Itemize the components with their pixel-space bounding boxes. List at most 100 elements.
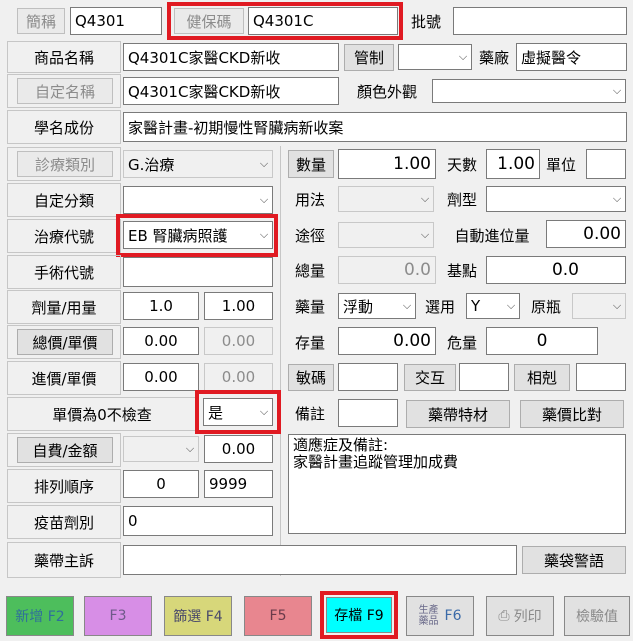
chevron-down-icon: ⌵ (259, 405, 269, 418)
category-select[interactable]: G.治療 ⌵ (123, 150, 273, 178)
manufacturer-label: 藥廠 (478, 48, 509, 67)
control-select[interactable]: ⌵ (398, 44, 472, 70)
antagonist-field[interactable] (576, 363, 626, 391)
interaction-button[interactable]: 交互 (404, 364, 456, 391)
complaint-field[interactable] (123, 545, 517, 575)
f3-button[interactable]: F3 (84, 596, 152, 636)
product-name-field[interactable]: Q4301C家醫CKD新收 (123, 43, 339, 71)
short-name-button[interactable]: 簡稱 (17, 8, 65, 34)
produce-drug-label: 生產 藥品 (419, 605, 439, 627)
sort-field[interactable]: 0 (123, 470, 199, 498)
route-select[interactable]: ⌵ (338, 222, 434, 248)
danger-label: 危量 (446, 333, 477, 352)
interaction-field[interactable] (459, 363, 509, 391)
indication-textarea[interactable]: 適應症及備註: 家醫計畫追蹤管理加成費 (288, 434, 626, 534)
days-field[interactable]: 1.00 (486, 149, 540, 179)
qty-field[interactable]: 1.00 (338, 149, 436, 179)
purchase-field[interactable]: 0.00 (123, 363, 199, 391)
chevron-down-icon: ⌵ (259, 157, 269, 170)
amount-field[interactable]: 0.00 (204, 435, 273, 463)
vaccine-label: 疫苗劑別 (7, 505, 121, 539)
total-label: 總量 (294, 261, 325, 280)
usage-select[interactable]: ⌵ (338, 186, 434, 212)
manufacturer-field[interactable]: 虛擬醫令 (516, 43, 627, 71)
antagonist-button[interactable]: 相剋 (514, 364, 570, 391)
appearance-select[interactable]: ⌵ (432, 79, 626, 103)
save-f9-button[interactable]: 存檔 F9 (326, 597, 392, 633)
zero-check-label: 單價為0不檢查 (7, 397, 197, 431)
purchase-unit-field: 0.00 (204, 363, 273, 391)
custom-name-field[interactable]: Q4301C家醫CKD新收 (123, 77, 339, 105)
sort-label: 排列順序 (7, 469, 121, 503)
f5-button[interactable]: F5 (244, 596, 312, 636)
allergy-field[interactable] (338, 363, 398, 391)
chevron-down-icon: ⌵ (259, 193, 269, 206)
days-label: 天數 (446, 155, 477, 174)
custom-class-label: 自定分類 (7, 183, 121, 217)
generic-field[interactable]: 家醫計畫-初期慢性腎臟病新收案 (123, 112, 627, 142)
treat-code-select[interactable]: EB 腎臟病照護 ⌵ (123, 221, 273, 249)
allergy-button[interactable]: 敏碼 (288, 364, 334, 391)
self-pay-select[interactable]: ⌵ (123, 436, 199, 462)
chevron-down-icon: ⌵ (420, 192, 430, 205)
surgery-code-label: 手術代號 (7, 255, 121, 289)
produce-drug-f6-button[interactable]: 生產 藥品 F6 (406, 596, 474, 636)
print-button[interactable]: ⎙ 列印 (486, 596, 554, 636)
treat-code-label: 治療代號 (7, 219, 121, 253)
special-material-button[interactable]: 藥帶特材 (406, 400, 510, 428)
chevron-down-icon: ⌵ (506, 299, 516, 312)
custom-class-select[interactable]: ⌵ (123, 186, 273, 214)
lab-value-button[interactable]: 檢驗值 (564, 596, 630, 636)
ins-code-field[interactable]: Q4301C (248, 7, 398, 35)
chevron-down-icon: ⌵ (259, 228, 269, 241)
original-select[interactable]: ⌵ (572, 293, 626, 319)
warning-button[interactable]: 藥袋警語 (522, 546, 626, 574)
purchase-label: 進價/單價 (7, 361, 121, 395)
ins-code-button[interactable]: 健保碼 (174, 8, 244, 34)
total-field: 0.0 (338, 256, 436, 284)
unit-field[interactable] (586, 149, 626, 179)
drug-qty-label: 藥量 (294, 297, 325, 316)
complaint-label: 藥帶主訴 (7, 542, 121, 578)
control-button[interactable]: 管制 (344, 44, 394, 71)
auto-carry-field[interactable]: 0.00 (546, 220, 626, 248)
short-name-field[interactable]: Q4301 (70, 7, 162, 35)
dose-field[interactable]: 1.0 (123, 292, 199, 320)
price-compare-button[interactable]: 藥價比對 (520, 400, 624, 428)
danger-field[interactable]: 0 (486, 327, 598, 355)
category-button[interactable]: 診療類別 (17, 151, 113, 177)
generic-label: 學名成份 (7, 110, 121, 144)
self-pay-button[interactable]: 自費/金額 (17, 437, 113, 463)
surgery-code-field[interactable] (123, 257, 273, 287)
total-price-button[interactable]: 總價/單價 (17, 329, 113, 355)
stock-field[interactable]: 0.00 (338, 327, 436, 355)
drug-qty-select[interactable]: 浮動 ⌵ (338, 293, 416, 319)
add-f2-button[interactable]: 新增 F2 (6, 596, 74, 636)
chevron-down-icon: ⌵ (612, 299, 622, 312)
select-label: 選用 (424, 297, 455, 316)
chevron-down-icon: ⌵ (612, 84, 622, 97)
base-point-label: 基點 (446, 261, 477, 280)
custom-name-button[interactable]: 自定名稱 (17, 78, 113, 104)
remark-field[interactable] (338, 399, 398, 427)
route-label: 途徑 (294, 226, 325, 245)
approval-field[interactable] (453, 7, 627, 35)
filter-f4-button[interactable]: 篩選 F4 (164, 596, 232, 636)
base-point-field[interactable]: 0.0 (486, 256, 626, 284)
chevron-down-icon: ⌵ (612, 192, 622, 205)
unit-label: 單位 (545, 155, 576, 174)
usage-qty-field[interactable]: 1.00 (204, 292, 273, 320)
zero-check-select[interactable]: 是 ⌵ (203, 398, 273, 426)
sort-field-2[interactable]: 9999 (204, 470, 273, 498)
chevron-down-icon: ⌵ (420, 228, 430, 241)
dosage-form-label: 劑型 (446, 190, 477, 209)
vaccine-field[interactable]: 0 (123, 506, 273, 536)
produce-label: 生產 (418, 605, 439, 616)
dosage-form-select[interactable]: ⌵ (486, 186, 626, 212)
total-price-field[interactable]: 0.00 (123, 327, 199, 355)
select-yn[interactable]: Y ⌵ (466, 293, 520, 319)
approval-label: 批號 (410, 12, 441, 31)
qty-button[interactable]: 數量 (288, 150, 334, 178)
chevron-down-icon: ⌵ (402, 299, 412, 312)
usage-label: 用法 (294, 190, 325, 209)
